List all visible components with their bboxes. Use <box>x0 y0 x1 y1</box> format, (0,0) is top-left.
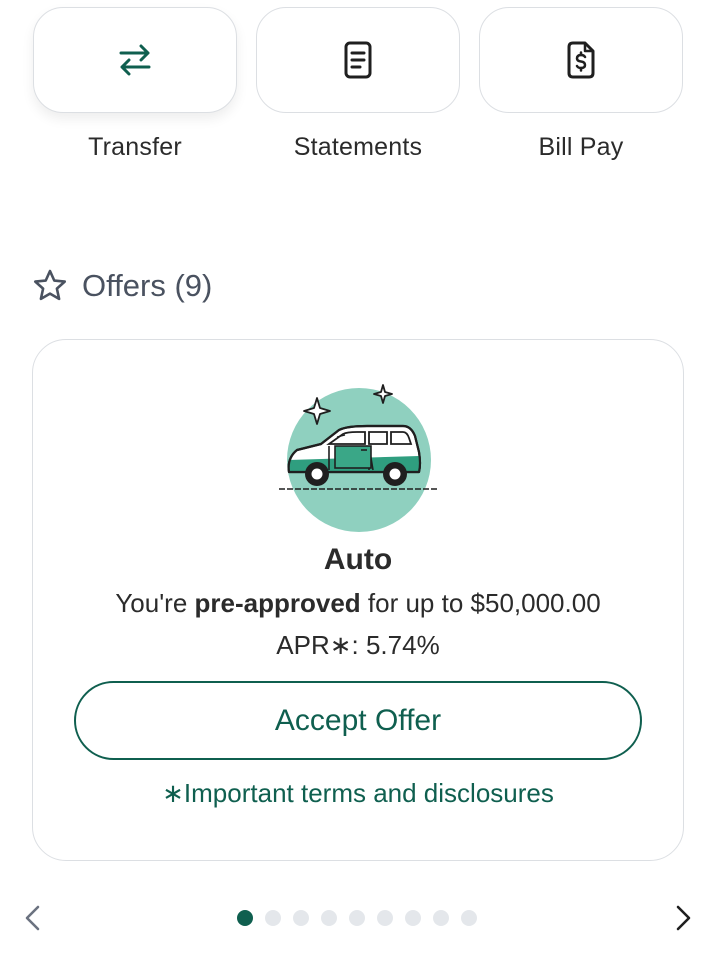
pager-dot[interactable] <box>377 910 393 926</box>
offer-pre-text: You're <box>115 588 195 618</box>
transfer-label: Transfer <box>88 133 182 161</box>
bill-pay-action[interactable]: Bill Pay <box>478 7 684 162</box>
terms-disclosures-link[interactable]: ∗Important terms and disclosures <box>33 778 683 809</box>
statements-action[interactable]: Statements <box>255 7 461 162</box>
chevron-right-icon[interactable] <box>668 902 698 934</box>
pager-dot[interactable] <box>265 910 281 926</box>
car-illustration <box>279 384 437 532</box>
transfer-action[interactable]: Transfer <box>32 7 238 162</box>
offer-card: Auto You're pre-approved for up to $50,0… <box>32 339 684 861</box>
offer-pre-approved: pre-approved <box>194 588 361 618</box>
home-screen: Transfer Statements Bill Pay Offers (9) … <box>0 0 722 966</box>
pager-dot[interactable] <box>433 910 449 926</box>
pager-dots <box>237 910 477 926</box>
quick-actions: Transfer Statements Bill Pay <box>32 7 684 162</box>
chevron-left-icon[interactable] <box>18 902 48 934</box>
pager-dot[interactable] <box>461 910 477 926</box>
offers-header: Offers (9) <box>32 268 212 304</box>
offers-title: Offers (9) <box>82 268 213 303</box>
pager-dot[interactable] <box>237 910 253 926</box>
pager-dot[interactable] <box>321 910 337 926</box>
pager-dot[interactable] <box>349 910 365 926</box>
offer-apr: APR∗: 5.74% <box>276 630 440 660</box>
accept-offer-button[interactable]: Accept Offer <box>74 681 642 760</box>
statements-tile[interactable] <box>256 7 460 113</box>
transfer-tile[interactable] <box>33 7 237 113</box>
star-outline-icon <box>34 269 66 301</box>
offer-description: You're pre-approved for up to $50,000.00 <box>33 588 683 619</box>
pager-dot[interactable] <box>293 910 309 926</box>
offers-pager <box>0 900 722 936</box>
document-icon <box>344 41 372 79</box>
statements-label: Statements <box>293 133 423 161</box>
pager-dot[interactable] <box>405 910 421 926</box>
bill-pay-label: Bill Pay <box>538 133 624 161</box>
transfer-arrows-icon <box>119 44 151 76</box>
bill-dollar-icon <box>567 41 595 79</box>
offer-title: Auto <box>323 543 393 576</box>
offer-amount-text: for up to $50,000.00 <box>360 588 601 618</box>
bill-pay-tile[interactable] <box>479 7 683 113</box>
